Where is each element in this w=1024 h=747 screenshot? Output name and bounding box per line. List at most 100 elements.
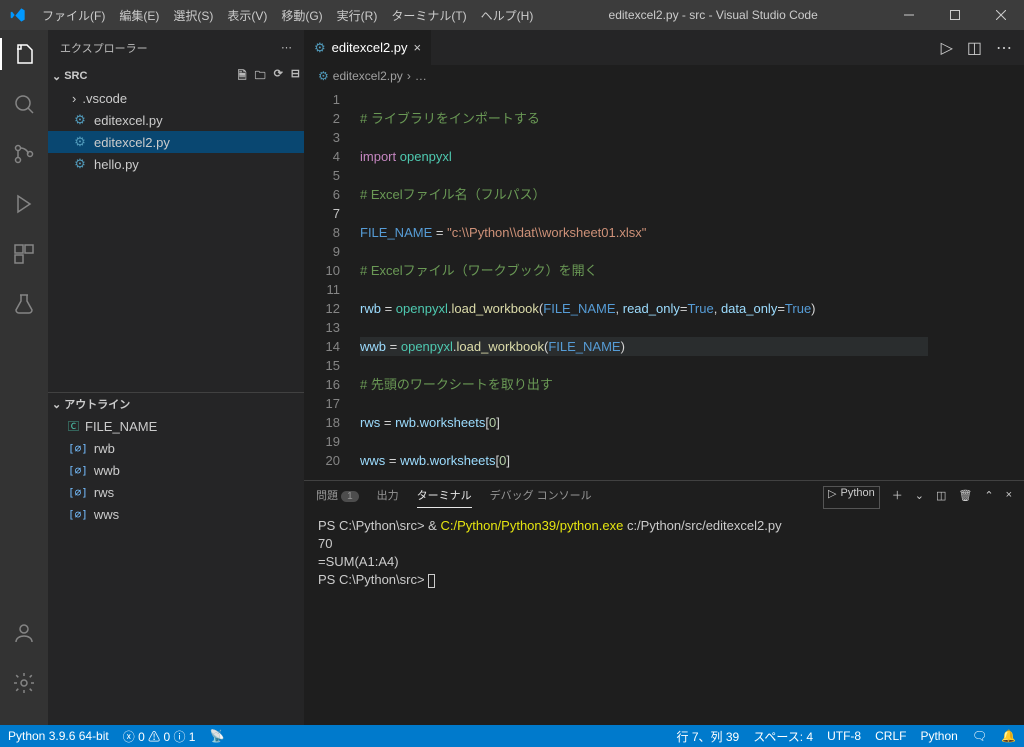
- close-button[interactable]: [978, 0, 1024, 30]
- terminal-dropdown-icon[interactable]: ⌄: [915, 489, 924, 506]
- status-bar: Python 3.9.6 64-bit ⓧ 0 ⚠ 0 ⓘ 1 📡 行 7、列 …: [0, 725, 1024, 747]
- terminal-content[interactable]: PS C:\Python\src> & C:/Python/Python39/p…: [304, 513, 1024, 725]
- account-icon[interactable]: [0, 617, 48, 649]
- constant-symbol-icon: 🄲: [68, 418, 79, 434]
- close-panel-icon[interactable]: ×: [1006, 489, 1012, 505]
- python-file-icon: ⚙: [72, 156, 88, 172]
- window-title: editexcel2.py - src - Visual Studio Code: [540, 8, 886, 22]
- chevron-down-icon: ⌄: [52, 70, 61, 83]
- split-terminal-icon[interactable]: ◫: [936, 489, 946, 506]
- close-tab-icon[interactable]: ×: [414, 40, 422, 55]
- variable-symbol-icon: [∅]: [68, 464, 88, 477]
- source-control-icon[interactable]: [0, 138, 48, 170]
- sidebar: エクスプローラー ⋯ ⌄ SRC 🗎 🗀 ⟳ ⊟ › .vscode ⚙ edi…: [48, 30, 304, 725]
- python-file-icon: ⚙: [318, 69, 329, 83]
- maximize-button[interactable]: [932, 0, 978, 30]
- collapse-icon[interactable]: ⊟: [291, 67, 300, 86]
- title-bar: ファイル(F) 編集(E) 選択(S) 表示(V) 移動(G) 実行(R) ター…: [0, 0, 1024, 30]
- editor-tab[interactable]: ⚙ editexcel2.py ×: [304, 30, 431, 65]
- minimap[interactable]: [928, 87, 1024, 480]
- maximize-panel-icon[interactable]: ⌃: [984, 489, 993, 506]
- breadcrumb[interactable]: ⚙ editexcel2.py › …: [304, 65, 1024, 87]
- status-indentation[interactable]: スペース: 4: [753, 728, 813, 745]
- kill-terminal-icon[interactable]: 🗑: [958, 489, 972, 506]
- breadcrumb-sep: ›: [407, 69, 411, 83]
- status-encoding[interactable]: UTF-8: [827, 729, 861, 743]
- file-label: editexcel.py: [94, 113, 163, 128]
- status-python-version[interactable]: Python 3.9.6 64-bit: [8, 729, 109, 743]
- file-label: editexcel2.py: [94, 135, 170, 150]
- tree-file-editexcel[interactable]: ⚙ editexcel.py: [48, 109, 304, 131]
- chevron-down-icon: ⌄: [52, 398, 61, 411]
- more-actions-icon[interactable]: ⋯: [996, 38, 1012, 58]
- symbol-label: rwb: [94, 441, 115, 456]
- menu-selection[interactable]: 選択(S): [166, 7, 220, 24]
- search-icon[interactable]: [0, 88, 48, 120]
- status-radio-icon[interactable]: 📡: [209, 729, 224, 743]
- folder-header[interactable]: ⌄ SRC 🗎 🗀 ⟳ ⊟: [48, 65, 304, 87]
- split-editor-icon[interactable]: ◫: [967, 38, 982, 58]
- more-icon[interactable]: ⋯: [281, 41, 292, 54]
- tree-folder-vscode[interactable]: › .vscode: [48, 87, 304, 109]
- status-eol[interactable]: CRLF: [875, 729, 906, 743]
- editor-tabs: ⚙ editexcel2.py × ▷ ◫ ⋯: [304, 30, 1024, 65]
- main-menu: ファイル(F) 編集(E) 選択(S) 表示(V) 移動(G) 実行(R) ター…: [35, 7, 540, 24]
- run-debug-icon[interactable]: [0, 188, 48, 220]
- menu-go[interactable]: 移動(G): [274, 7, 329, 24]
- tab-label: editexcel2.py: [332, 40, 408, 55]
- status-feedback-icon[interactable]: 🗨: [972, 729, 987, 743]
- status-line-col[interactable]: 行 7、列 39: [677, 728, 740, 745]
- menu-help[interactable]: ヘルプ(H): [474, 7, 541, 24]
- problems-tab[interactable]: 問題 1: [316, 487, 359, 507]
- outline-title: アウトライン: [64, 396, 130, 412]
- breadcrumb-more: …: [415, 69, 427, 83]
- settings-gear-icon[interactable]: [0, 667, 48, 699]
- menu-file[interactable]: ファイル(F): [35, 7, 112, 24]
- code-editor[interactable]: 1234567891011121314151617181920 # ライブラリを…: [304, 87, 1024, 480]
- bottom-panel: 問題 1 出力 ターミナル デバッグ コンソール ▷Python ＋ ⌄ ◫ 🗑…: [304, 480, 1024, 725]
- symbol-label: FILE_NAME: [85, 419, 157, 434]
- extensions-icon[interactable]: [0, 238, 48, 270]
- chevron-right-icon: ›: [72, 91, 76, 106]
- symbol-label: wwb: [94, 463, 120, 478]
- status-notifications-icon[interactable]: 🔔: [1001, 729, 1016, 743]
- folder-label: .vscode: [82, 91, 127, 106]
- debug-console-tab[interactable]: デバッグ コンソール: [490, 487, 592, 507]
- python-file-icon: ⚙: [314, 40, 326, 56]
- outline-item[interactable]: 🄲 FILE_NAME: [48, 415, 304, 437]
- vscode-logo-icon: [0, 7, 35, 23]
- line-numbers: 1234567891011121314151617181920: [304, 87, 360, 480]
- tree-file-editexcel2[interactable]: ⚙ editexcel2.py: [48, 131, 304, 153]
- menu-view[interactable]: 表示(V): [220, 7, 274, 24]
- terminal-tab[interactable]: ターミナル: [417, 487, 472, 508]
- explorer-icon[interactable]: [0, 38, 48, 70]
- breadcrumb-file: editexcel2.py: [333, 69, 403, 83]
- output-tab[interactable]: 出力: [377, 487, 399, 507]
- minimize-button[interactable]: [886, 0, 932, 30]
- symbol-label: rws: [94, 485, 114, 500]
- outline-item[interactable]: [∅] wwb: [48, 459, 304, 481]
- tree-file-hello[interactable]: ⚙ hello.py: [48, 153, 304, 175]
- status-language[interactable]: Python: [920, 729, 957, 743]
- activity-bar: [0, 30, 48, 725]
- menu-terminal[interactable]: ターミナル(T): [384, 7, 473, 24]
- menu-edit[interactable]: 編集(E): [112, 7, 166, 24]
- status-problems[interactable]: ⓧ 0 ⚠ 0 ⓘ 1: [123, 728, 196, 745]
- outline-item[interactable]: [∅]rws: [48, 481, 304, 503]
- variable-symbol-icon: [∅]: [68, 442, 88, 455]
- testing-icon[interactable]: [0, 288, 48, 320]
- new-terminal-icon[interactable]: ＋: [892, 487, 903, 507]
- code-content[interactable]: # ライブラリをインポートする import openpyxl # Excelフ…: [360, 87, 928, 480]
- new-folder-icon[interactable]: 🗀: [255, 67, 266, 86]
- root-folder-name: SRC: [64, 70, 87, 82]
- menu-run[interactable]: 実行(R): [330, 7, 385, 24]
- run-icon[interactable]: ▷: [941, 38, 953, 58]
- outline-header[interactable]: ⌄ アウトライン: [48, 393, 304, 415]
- new-file-icon[interactable]: 🗎: [238, 67, 247, 86]
- variable-symbol-icon: [∅]: [68, 508, 88, 521]
- terminal-launch-profile[interactable]: ▷Python: [823, 486, 880, 509]
- outline-item[interactable]: [∅] rwb: [48, 437, 304, 459]
- outline-item[interactable]: [∅]wws: [48, 503, 304, 525]
- python-file-icon: ⚙: [72, 112, 88, 128]
- refresh-icon[interactable]: ⟳: [274, 67, 283, 86]
